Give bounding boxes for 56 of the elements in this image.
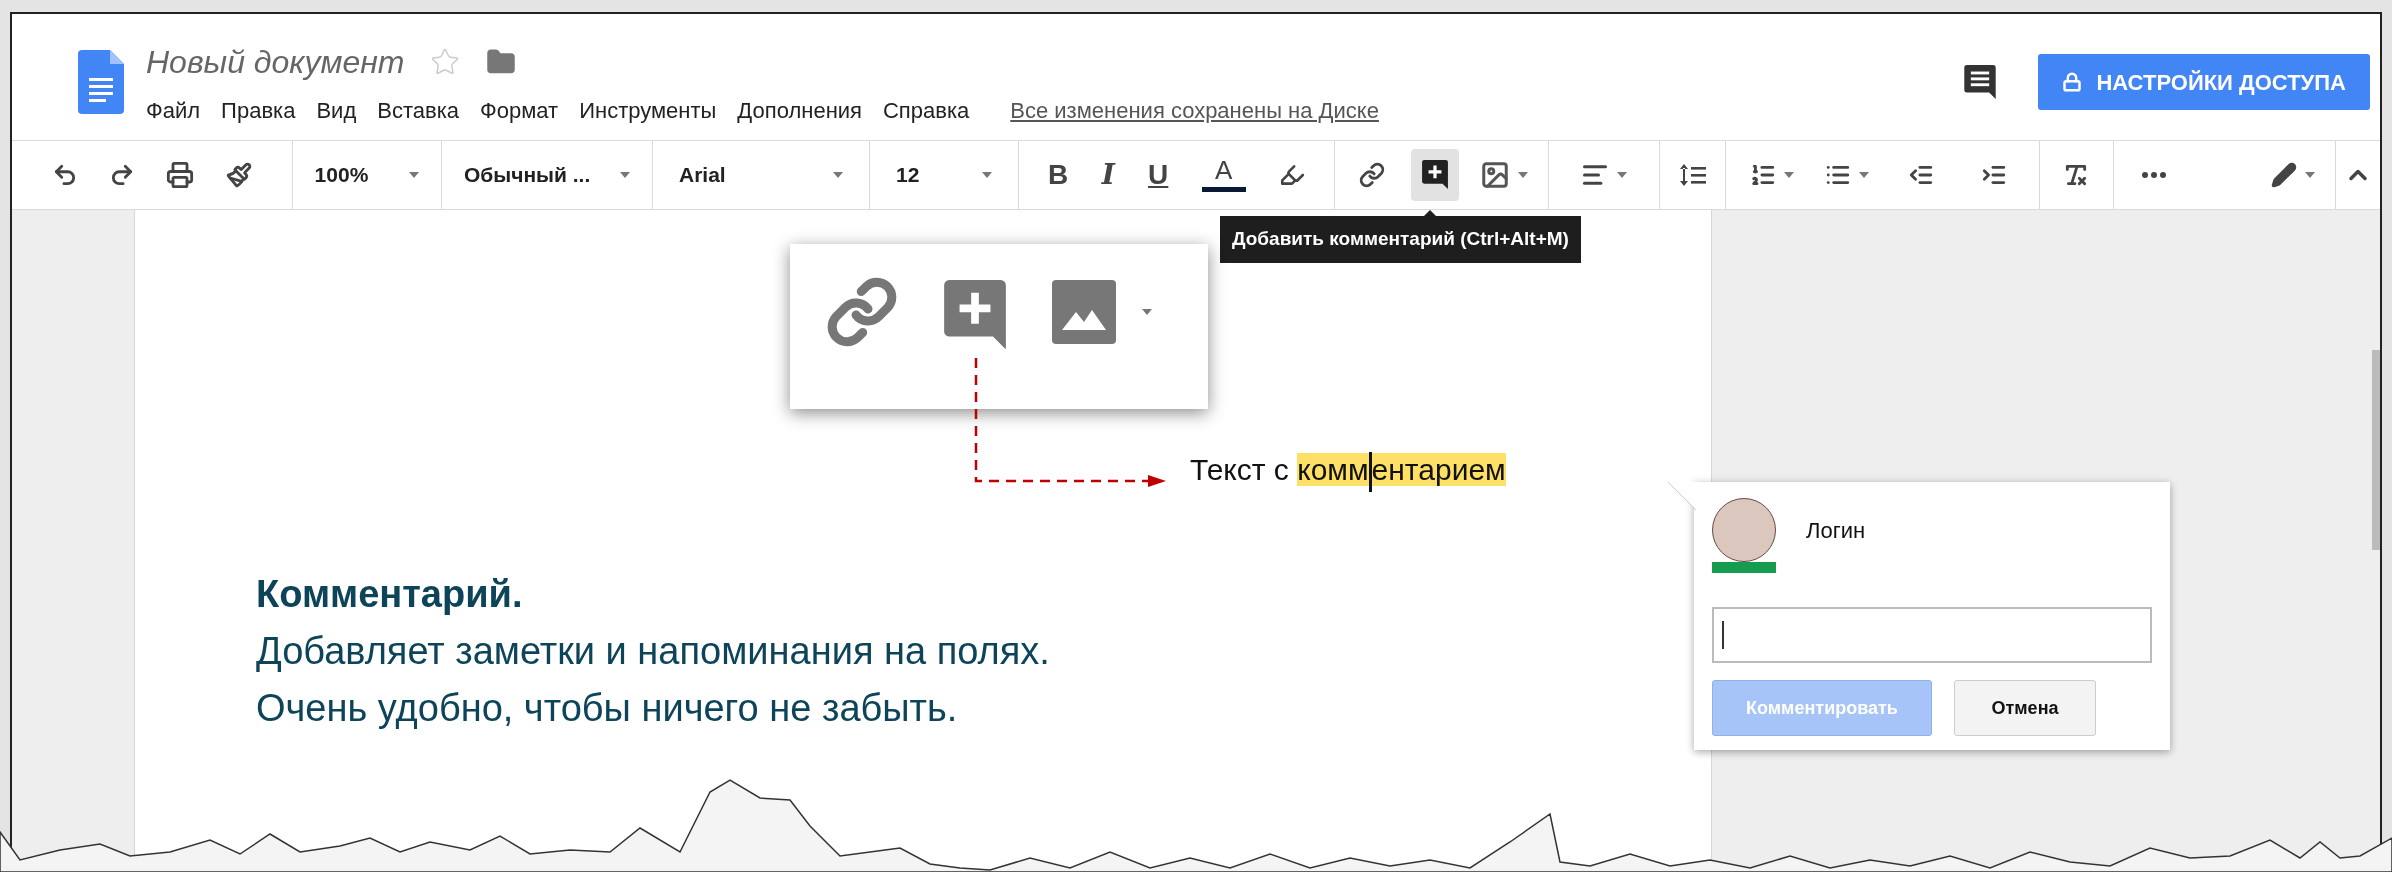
caret-icon	[1859, 172, 1869, 178]
menu-item[interactable]: Файл	[146, 94, 201, 127]
image-icon	[1052, 280, 1116, 344]
menu-item[interactable]: Вставка	[377, 94, 459, 127]
caret-icon	[982, 172, 993, 178]
menu-item[interactable]: Дополнения	[737, 94, 862, 127]
caret-icon	[1142, 309, 1152, 315]
cancel-button[interactable]: Отмена	[1954, 680, 2096, 736]
format-button[interactable]: B	[1040, 153, 1077, 197]
caret-icon	[833, 172, 843, 178]
comment-plus-icon	[944, 280, 1006, 350]
share-button[interactable]: НАСТРОЙКИ ДОСТУПА	[2038, 54, 2370, 110]
caret-icon	[1617, 172, 1628, 178]
annotation-text: Добавляет заметки и напоминания на полях.	[256, 629, 1050, 674]
zoom-dropdown[interactable]: 100%	[292, 153, 441, 197]
pencil-icon	[2271, 162, 2298, 188]
menu-item[interactable]: Инструменты	[579, 94, 717, 127]
print-icon	[166, 161, 195, 189]
save-status-link[interactable]: Все изменения сохранены на Диске	[1010, 94, 1379, 127]
document-title[interactable]: Новый документ	[146, 38, 405, 86]
annotation-title: Комментарий.	[256, 572, 524, 617]
caret-icon	[409, 172, 419, 178]
comment-input-field[interactable]	[1712, 607, 2152, 663]
text-color-button[interactable]: A	[1193, 153, 1254, 197]
tooltip-pointer-icon	[1422, 210, 1438, 218]
caret-icon	[2305, 172, 2316, 178]
lock-icon	[2062, 72, 2083, 92]
caret-icon	[620, 172, 630, 178]
comment-plus-icon	[1421, 160, 1448, 190]
document-logo-icon[interactable]	[78, 50, 124, 114]
format-button[interactable]: I	[1093, 153, 1123, 197]
star-icon[interactable]	[430, 47, 461, 77]
presence-bar	[1712, 562, 1776, 573]
menu-item[interactable]: Правка	[221, 94, 296, 127]
highlighter-icon	[1278, 162, 1305, 188]
numbered-list-icon	[1749, 162, 1776, 188]
add-comment-button[interactable]	[1410, 149, 1459, 201]
tooltip: Добавить комментарий (Ctrl+Alt+M)	[1220, 216, 1581, 263]
format-button[interactable]: U	[1140, 153, 1177, 197]
annotation-text: Очень удобно, чтобы ничего не забыть.	[256, 686, 959, 731]
line-spacing-icon	[1678, 162, 1707, 188]
author-name: Логин	[1806, 517, 1866, 545]
menu-item[interactable]: Вид	[316, 94, 357, 127]
caret-icon	[1517, 172, 1528, 178]
menu-item[interactable]: Справка	[883, 94, 970, 127]
comments-icon[interactable]	[1964, 65, 1997, 99]
link-icon	[826, 276, 898, 348]
document-text: Текст с комментарием	[1190, 438, 1506, 502]
caret-icon	[1783, 172, 1794, 178]
style-dropdown[interactable]: Обычный ...	[442, 153, 652, 197]
image-icon	[1479, 160, 1510, 190]
font-dropdown[interactable]: Arial	[653, 153, 869, 197]
more-icon	[2142, 172, 2167, 178]
menu-item[interactable]: Формат	[480, 94, 559, 127]
link-icon	[1359, 162, 1386, 188]
font-size-dropdown[interactable]: 12	[870, 153, 1019, 197]
